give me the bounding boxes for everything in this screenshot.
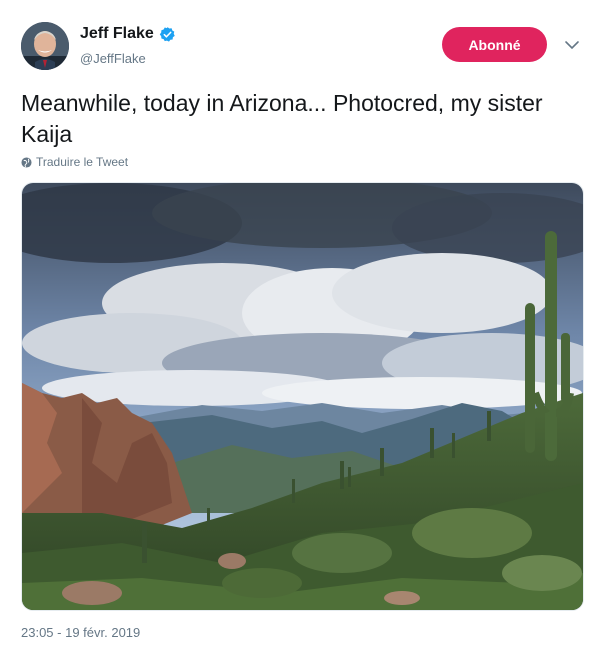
following-button[interactable]: Abonné: [442, 27, 547, 62]
avatar[interactable]: [21, 22, 69, 70]
chevron-down-icon[interactable]: [563, 38, 581, 52]
translate-tweet-link[interactable]: Traduire le Tweet: [21, 155, 128, 169]
tweet-timestamp[interactable]: 23:05 - 19 févr. 2019: [21, 625, 140, 640]
translate-label[interactable]: Traduire le Tweet: [36, 155, 128, 169]
tweet-text: Meanwhile, today in Arizona... Photocred…: [21, 90, 543, 147]
author-name-row[interactable]: Jeff Flake: [80, 25, 176, 43]
arizona-landscape-image: [22, 183, 583, 610]
globe-icon: [21, 156, 32, 168]
tweet-photo[interactable]: [21, 182, 584, 611]
author-handle[interactable]: @JeffFlake: [80, 51, 146, 66]
verified-badge-icon: [159, 26, 176, 43]
author-name[interactable]: Jeff Flake: [80, 25, 154, 43]
